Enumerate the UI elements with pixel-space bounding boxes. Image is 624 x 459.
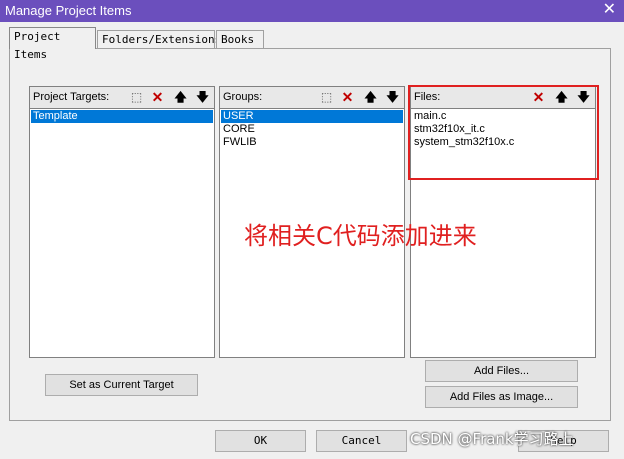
set-current-target-button[interactable]: Set as Current Target	[45, 374, 198, 396]
add-files-button[interactable]: Add Files...	[425, 360, 578, 382]
new-icon[interactable]: ⬚	[318, 89, 335, 105]
add-files-as-image-button[interactable]: Add Files as Image...	[425, 386, 578, 408]
project-targets-list: Template	[31, 110, 213, 123]
new-icon[interactable]: ⬚	[128, 89, 145, 105]
move-down-icon[interactable]: 🡇	[384, 89, 401, 105]
move-up-icon[interactable]: 🡅	[362, 89, 379, 105]
list-item[interactable]: USER	[221, 110, 403, 123]
files-highlight-box	[408, 85, 599, 180]
cancel-button[interactable]: Cancel	[316, 430, 407, 452]
groups-header: Groups: ⬚ ✕ 🡅 🡇	[220, 87, 404, 109]
delete-icon[interactable]: ✕	[149, 89, 166, 105]
project-targets-header: Project Targets: ⬚ ✕ 🡅 🡇	[30, 87, 214, 109]
watermark-text: CSDN @Frank学习路上	[410, 430, 574, 448]
project-targets-label: Project Targets:	[33, 91, 110, 103]
tab-books[interactable]: Books	[216, 30, 264, 48]
delete-icon[interactable]: ✕	[339, 89, 356, 105]
groups-label: Groups:	[223, 91, 263, 103]
annotation-text: 将相关C代码添加进来	[244, 222, 477, 250]
ok-button[interactable]: OK	[215, 430, 306, 452]
window-title: Manage Project Items	[5, 3, 132, 18]
tab-folders-extensions[interactable]: Folders/Extensions	[97, 30, 221, 48]
move-up-icon[interactable]: 🡅	[172, 89, 189, 105]
move-down-icon[interactable]: 🡇	[194, 89, 211, 105]
list-item[interactable]: CORE	[221, 123, 403, 136]
list-item[interactable]: FWLIB	[221, 136, 403, 149]
list-item[interactable]: Template	[31, 110, 213, 123]
title-bar: Manage Project Items ✕	[0, 0, 624, 22]
tab-project-items[interactable]: Project Items	[9, 27, 96, 61]
close-icon[interactable]: ✕	[603, 1, 616, 19]
groups-list: USER CORE FWLIB	[221, 110, 403, 149]
project-targets-panel: Project Targets: ⬚ ✕ 🡅 🡇 Template	[29, 86, 215, 358]
